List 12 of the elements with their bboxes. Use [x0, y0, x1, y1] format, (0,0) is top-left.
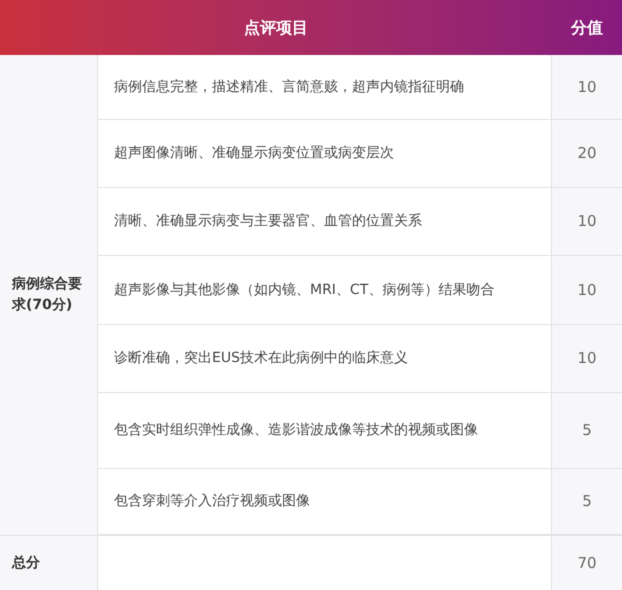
- table-cell: 5: [552, 469, 622, 534]
- table-cell: 总分: [0, 536, 98, 590]
- table-cell: 病例综合要求(70分): [0, 55, 98, 535]
- table-cell: 5: [552, 393, 622, 468]
- table-cell: 20: [552, 120, 622, 187]
- table-cell: 10: [552, 325, 622, 392]
- table-cell: 10: [552, 188, 622, 255]
- column-header: 点评项目: [244, 16, 308, 38]
- table-cell: 70: [552, 536, 622, 590]
- table-cell: 10: [552, 55, 622, 119]
- column-header: 分值: [571, 16, 603, 38]
- table-cell: 10: [552, 256, 622, 324]
